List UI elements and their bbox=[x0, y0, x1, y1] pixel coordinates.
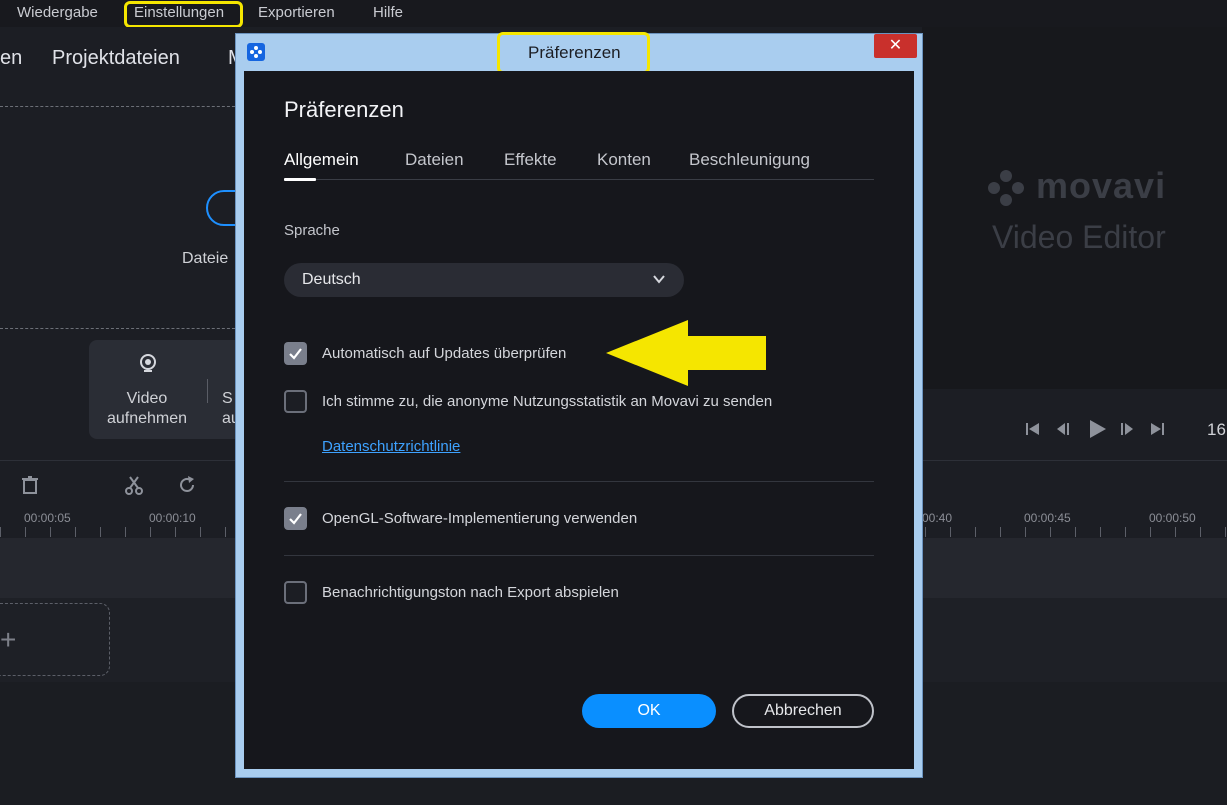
tab-allgemein[interactable]: Allgemein bbox=[284, 150, 359, 170]
active-tab-indicator bbox=[284, 178, 316, 181]
menu-exportieren[interactable]: Exportieren bbox=[258, 4, 335, 21]
preview-panel bbox=[922, 27, 1227, 389]
add-track-zone[interactable] bbox=[0, 603, 110, 676]
tab-partial-left[interactable]: en bbox=[0, 47, 22, 70]
player-controls bbox=[922, 389, 1227, 460]
tick-label: 00:00:45 bbox=[1024, 511, 1071, 525]
label-opengl: OpenGL-Software-Implementierung verwende… bbox=[322, 510, 638, 527]
drop-zone-bottom-border bbox=[0, 328, 240, 329]
capture-divider bbox=[207, 379, 208, 403]
label-usage-statistics: Ich stimme zu, die anonyme Nutzungsstati… bbox=[322, 393, 773, 410]
checkbox-auto-updates[interactable] bbox=[284, 342, 307, 365]
menu-einstellungen[interactable]: Einstellungen bbox=[134, 4, 224, 21]
checkbox-usage-statistics[interactable] bbox=[284, 390, 307, 413]
add-track-plus-icon[interactable]: + bbox=[0, 624, 16, 656]
playback-time: 16 bbox=[1207, 420, 1226, 439]
section-divider bbox=[284, 481, 874, 482]
tab-konten[interactable]: Konten bbox=[597, 150, 651, 170]
import-files-label: Dateie bbox=[182, 250, 229, 267]
record-video-button[interactable]: Video aufnehmen bbox=[100, 389, 194, 429]
menu-hilfe[interactable]: Hilfe bbox=[373, 4, 403, 21]
play-icon[interactable] bbox=[1086, 418, 1108, 440]
section-divider bbox=[284, 555, 874, 556]
tabs-divider bbox=[284, 179, 874, 180]
tick-label: 00:00:05 bbox=[24, 511, 71, 525]
chevron-down-icon bbox=[653, 275, 665, 284]
tab-effekte[interactable]: Effekte bbox=[504, 150, 557, 170]
movavi-logo-icon bbox=[988, 170, 1024, 206]
video-editor-label: Video Editor bbox=[992, 219, 1166, 255]
scissors-icon[interactable] bbox=[124, 475, 144, 495]
next-frame-icon[interactable] bbox=[1118, 420, 1136, 438]
dialog-body bbox=[244, 71, 914, 769]
label-auto-updates: Automatisch auf Updates überprüfen bbox=[322, 345, 567, 362]
menu-bar: Wiedergabe Einstellungen Exportieren Hil… bbox=[0, 0, 1227, 27]
checkbox-opengl[interactable] bbox=[284, 507, 307, 530]
tab-beschleunigung[interactable]: Beschleunigung bbox=[689, 150, 810, 170]
movavi-brand: movavi bbox=[1036, 165, 1167, 206]
dialog-heading: Präferenzen bbox=[284, 97, 404, 122]
checkbox-notification-sound[interactable] bbox=[284, 581, 307, 604]
app-icon bbox=[247, 43, 265, 61]
tick-label: 00:40 bbox=[922, 511, 953, 525]
checkmark-icon bbox=[289, 348, 302, 360]
ok-button[interactable]: OK bbox=[582, 694, 716, 728]
tab-dateien[interactable]: Dateien bbox=[405, 150, 464, 170]
rotate-icon[interactable] bbox=[177, 475, 197, 495]
checkmark-icon bbox=[289, 513, 302, 525]
language-value: Deutsch bbox=[302, 271, 361, 288]
trash-icon[interactable] bbox=[20, 475, 40, 495]
skip-start-icon[interactable] bbox=[1024, 420, 1042, 438]
drop-zone-top-border bbox=[0, 106, 240, 107]
close-button[interactable]: ✕ bbox=[874, 34, 917, 58]
menu-wiedergabe[interactable]: Wiedergabe bbox=[17, 4, 98, 21]
dialog-window-title: Präferenzen bbox=[528, 43, 621, 62]
skip-end-icon[interactable] bbox=[1148, 420, 1166, 438]
language-label: Sprache bbox=[284, 222, 340, 239]
prev-frame-icon[interactable] bbox=[1054, 420, 1072, 438]
tick-label: 00:00:10 bbox=[149, 511, 196, 525]
tick-label: 00:00:50 bbox=[1149, 511, 1196, 525]
label-notification-sound: Benachrichtigungston nach Export abspiel… bbox=[322, 584, 619, 601]
webcam-icon bbox=[140, 354, 156, 372]
annotation-arrow-icon bbox=[606, 320, 766, 386]
cancel-button[interactable]: Abbrechen bbox=[732, 694, 874, 728]
tab-projektdateien[interactable]: Projektdateien bbox=[52, 47, 180, 70]
privacy-policy-link[interactable]: Datenschutzrichtlinie bbox=[322, 438, 460, 455]
